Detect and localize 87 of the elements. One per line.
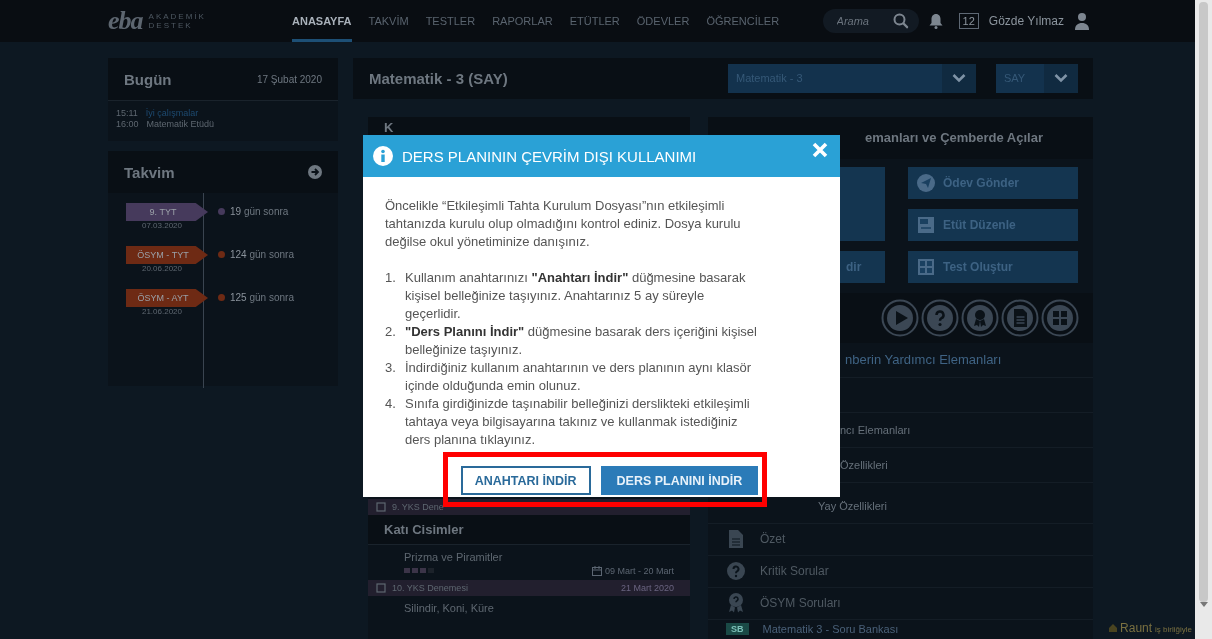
award-icon [728,593,744,614]
course-title: Matematik - 3 (SAY) [369,69,508,87]
checkbox-icon [376,501,386,512]
nav-tab[interactable]: ANASAYFA [292,0,352,42]
partner-logo[interactable]: Raunt [1120,621,1153,635]
close-icon[interactable] [812,141,828,158]
exam-date: 21 Mart 2020 [620,582,674,593]
search-icon[interactable] [888,9,919,33]
search-field[interactable]: Arama [822,9,889,33]
logo-subtitle: DESTEK [148,21,194,30]
user-name[interactable]: Gözde Yılmaz [988,14,1064,28]
scrollbar-thumb[interactable] [1199,2,1208,602]
download-key-button[interactable]: ANAHTARI İNDİR [460,466,591,495]
step-number: 3. [385,359,397,377]
calendar-icon [591,565,602,576]
event-date: 07.03.2020 [140,221,183,230]
content-item[interactable]: ÖSYM Soruları [760,596,841,611]
event-time: 15:11 [116,108,138,119]
exam-title: 9. YKS Dene [392,501,444,512]
panel-title: emanları ve Çemberde Açılar [865,130,1043,146]
content-item[interactable]: Kritik Sorular [760,564,829,579]
info-icon [373,146,393,166]
section-title: Katı Cisimler [384,521,464,537]
date-label: 17 Şubat 2020 [256,73,322,85]
nav-tab[interactable]: ÖĞRENCİLER [706,0,780,42]
nav-tab[interactable]: TESTLER [425,0,476,42]
notification-count[interactable]: 12 [958,13,979,29]
partner-caption: iş birliğiyle [1155,625,1192,634]
step-number: 4. [385,395,397,413]
document-icon [729,530,743,549]
book-badge: SB [726,622,749,635]
event-tag: 9. TYT [126,203,208,221]
paper-plane-icon [917,173,935,192]
content-item[interactable]: Matematik 3 - Soru Bankası [762,622,899,635]
event-date: 21.06.2020 [140,307,183,316]
event-time: 16:00 [116,119,139,130]
logo[interactable]: eba [108,6,143,36]
board-icon [917,215,935,234]
chevron-down-icon [952,73,966,84]
event-tag: ÖSYM - TYT [126,246,208,264]
award-icon[interactable] [961,298,999,337]
dialog-title: DERS PLANININ ÇEVRİM DIŞI KULLANIMI [402,147,698,165]
content-item[interactable]: Özet [760,532,786,547]
nav-tab[interactable]: RAPORLAR [492,0,553,42]
grid-icon [917,257,935,276]
content-item[interactable]: Özellikleri [840,458,888,471]
countdown-label: 125 gün sonra [229,291,295,303]
content-item[interactable]: ncı Elemanları [840,423,911,436]
step-number: 1. [385,269,397,287]
section-title: nberin Yardımcı Elemanları [845,352,1002,368]
nav-tab[interactable]: TAKVİM [368,0,409,42]
topic-title[interactable]: Prizma ve Piramitler [404,550,674,563]
question-icon [727,562,745,581]
exam-title: 10. YKS Denemesi [392,582,468,593]
content-item[interactable]: Yay Özellikleri [818,499,887,512]
nav-tab[interactable]: ETÜTLER [569,0,620,42]
event-link[interactable]: İyi çalışmalar [145,108,199,119]
play-icon[interactable] [881,298,919,337]
card-title: Bugün [124,70,172,88]
chevron-down-icon [1054,73,1068,84]
document-icon[interactable] [1001,298,1039,337]
user-icon[interactable] [1074,12,1090,30]
event-title: Matematik Etüdü [146,119,215,130]
checkbox-icon [376,582,386,593]
question-icon[interactable] [921,298,959,337]
arrow-circle-icon[interactable] [308,165,322,179]
step-number: 2. [385,323,397,341]
card-title: Takvim [124,163,175,181]
panel-title: K [384,119,394,135]
topic-title[interactable]: Silindir, Koni, Küre [404,601,674,614]
countdown-label: 124 gün sonra [229,248,295,260]
exam-row[interactable]: 10. YKS Denemesi 21 Mart 2020 [368,579,690,596]
dialog-paragraph: Öncelikle “Etkileşimli Tahta Kurulum Dosyası”nın etkileşimli tahtanızda kurulu olup olmadığını kontrol ediniz. Dosya kurulu değilse okul yönetiminize danışınız. [385,197,742,251]
step-text: İndirdiğiniz kullanım anahtarının ve ders planının aynı klasör içinde olduğunda emin olunuz. [405,359,753,395]
step-text: Sınıfa girdiğinizde taşınabilir belleğinizi derslikteki etkileşimli tahtaya veya bilgisayarına takınız ve kullanmak istediğiniz ders planına tıklayınız. [405,395,751,449]
download-plan-button[interactable]: DERS PLANINI İNDİR [600,466,759,495]
step-text: "Ders Planını İndir" düğmesine basarak ders içeriğini kişisel belleğinize taşıyınız. [405,323,758,359]
house-icon [1109,624,1118,632]
bell-icon[interactable] [928,13,943,29]
grid-icon[interactable] [1041,298,1079,337]
event-tag: ÖSYM - AYT [126,289,208,307]
logo-subtitle: AKADEMİK [148,12,206,21]
countdown-label: 19 gün sonra [229,205,290,217]
event-date: 20.06.2020 [140,264,183,273]
date-range: 09 Mart - 20 Mart [604,565,674,576]
nav-tab[interactable]: ÖDEVLER [636,0,690,42]
step-text: Kullanım anahtarınızı "Anahtarı İndir" düğmesine basarak kişisel belleğinize taşıyınız. Anahtarınız 5 ay süreyle geçerlidir. [405,269,747,323]
